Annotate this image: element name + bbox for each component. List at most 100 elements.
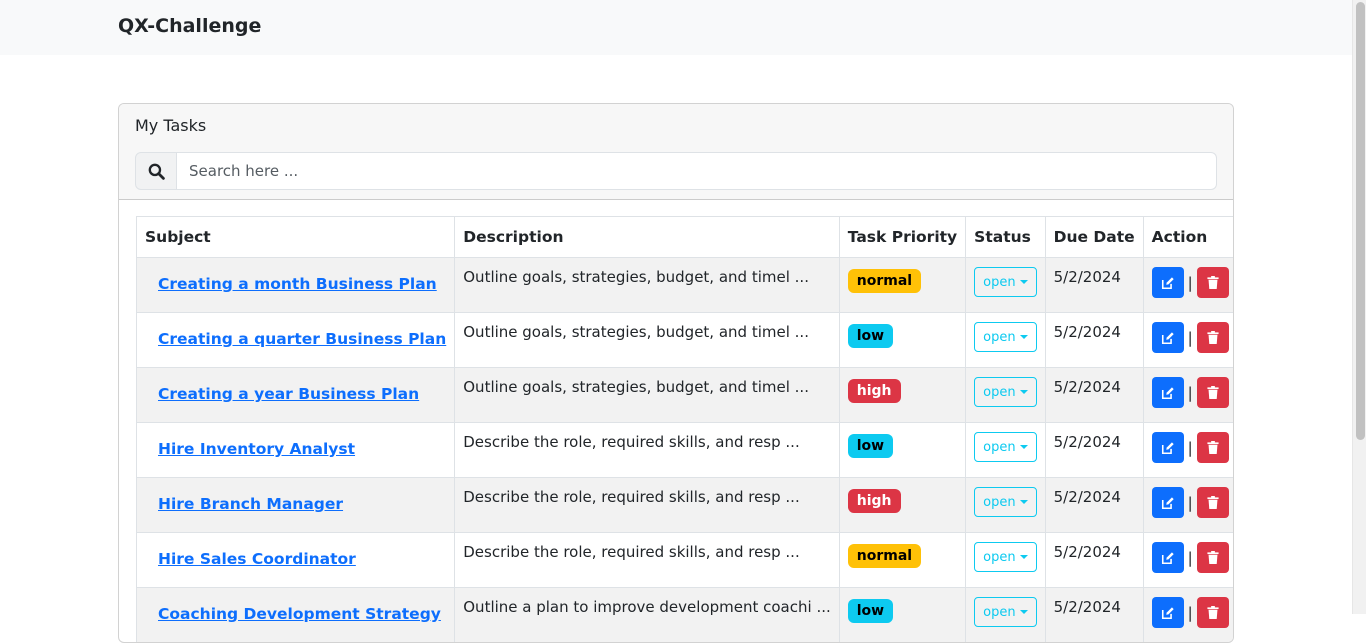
task-description: Outline a plan to improve development co… — [454, 587, 840, 642]
status-dropdown[interactable]: open — [974, 267, 1037, 297]
task-subject-link[interactable]: Hire Sales Coordinator — [158, 550, 356, 568]
card-title: My Tasks — [135, 116, 207, 135]
status-dropdown[interactable]: open — [974, 597, 1037, 627]
edit-button[interactable] — [1151, 487, 1184, 518]
action-cell: | — [1142, 312, 1233, 368]
status-cell: open — [965, 312, 1046, 368]
column-header-action: Action — [1142, 216, 1233, 258]
subject-cell: Creating a quarter Business Plan — [135, 312, 456, 368]
status-cell: open — [965, 257, 1046, 313]
trash-icon — [1207, 496, 1219, 509]
task-subject-link[interactable]: Creating a year Business Plan — [158, 385, 419, 403]
trash-icon — [1207, 441, 1219, 454]
table-row: Hire Sales Coordinator Describe the role… — [135, 532, 1233, 588]
task-subject-link[interactable]: Coaching Development Strategy — [158, 605, 441, 623]
search-icon — [135, 152, 177, 190]
status-cell: open — [965, 477, 1046, 533]
task-subject-link[interactable]: Creating a month Business Plan — [158, 275, 437, 293]
edit-button[interactable] — [1151, 267, 1184, 298]
task-description: Describe the role, required skills, and … — [454, 422, 840, 478]
delete-button[interactable] — [1196, 597, 1229, 628]
delete-button[interactable] — [1196, 432, 1229, 463]
task-description: Outline goals, strategies, budget, and t… — [454, 367, 840, 423]
action-separator: | — [1187, 603, 1193, 622]
priority-cell: normal — [838, 257, 967, 313]
priority-badge: high — [847, 489, 901, 513]
table-row: Hire Inventory Analyst Describe the role… — [135, 422, 1233, 478]
action-cell: | — [1142, 587, 1233, 642]
status-dropdown[interactable]: open — [974, 377, 1037, 407]
priority-cell: high — [838, 367, 967, 423]
task-due-date: 5/2/2024 — [1044, 367, 1144, 423]
delete-button[interactable] — [1196, 377, 1229, 408]
table-row: Creating a month Business Plan Outline g… — [135, 257, 1233, 313]
priority-cell: low — [838, 587, 967, 642]
subject-cell: Coaching Development Strategy — [135, 587, 456, 642]
priority-badge: normal — [847, 269, 922, 293]
status-dropdown[interactable]: open — [974, 487, 1037, 517]
status-cell: open — [965, 532, 1046, 588]
subject-cell: Hire Branch Manager — [135, 477, 456, 533]
status-dropdown[interactable]: open — [974, 432, 1037, 462]
edit-icon — [1161, 496, 1174, 509]
column-header-priority: Task Priority — [838, 216, 967, 258]
scrollbar-thumb[interactable] — [1356, 2, 1365, 440]
trash-icon — [1207, 386, 1219, 399]
search-input[interactable] — [177, 152, 1217, 190]
subject-cell: Hire Inventory Analyst — [135, 422, 456, 478]
delete-button[interactable] — [1196, 487, 1229, 518]
column-header-status: Status — [965, 216, 1046, 258]
edit-icon — [1161, 331, 1174, 344]
table-row: Hire Branch Manager Describe the role, r… — [135, 477, 1233, 533]
search-group — [135, 152, 1217, 190]
table-header-row: Subject Description Task Priority Status… — [135, 216, 1233, 258]
edit-button[interactable] — [1151, 377, 1184, 408]
edit-button[interactable] — [1151, 322, 1184, 353]
caret-down-icon — [1019, 500, 1028, 504]
column-header-due-date: Due Date — [1044, 216, 1144, 258]
task-description: Outline goals, strategies, budget, and t… — [454, 312, 840, 368]
delete-button[interactable] — [1196, 322, 1229, 353]
brand-title[interactable]: QX-Challenge — [118, 15, 261, 37]
caret-down-icon — [1019, 280, 1028, 284]
status-label: open — [983, 604, 1016, 620]
subject-cell: Creating a year Business Plan — [135, 367, 456, 423]
task-due-date: 5/2/2024 — [1044, 312, 1144, 368]
status-label: open — [983, 549, 1016, 565]
status-label: open — [983, 274, 1016, 290]
task-subject-link[interactable]: Hire Inventory Analyst — [158, 440, 355, 458]
priority-badge: high — [847, 379, 901, 403]
navbar: QX-Challenge — [0, 0, 1352, 55]
table-row: Coaching Development Strategy Outline a … — [135, 587, 1233, 642]
action-cell: | — [1142, 257, 1233, 313]
task-due-date: 5/2/2024 — [1044, 257, 1144, 313]
edit-button[interactable] — [1151, 432, 1184, 463]
trash-icon — [1207, 276, 1219, 289]
status-dropdown[interactable]: open — [974, 542, 1037, 572]
trash-icon — [1207, 606, 1219, 619]
action-separator: | — [1187, 328, 1193, 347]
priority-badge: low — [847, 599, 894, 623]
status-cell: open — [965, 587, 1046, 642]
task-subject-link[interactable]: Hire Branch Manager — [158, 495, 343, 513]
priority-cell: low — [838, 422, 967, 478]
priority-badge: low — [847, 434, 894, 458]
delete-button[interactable] — [1196, 267, 1229, 298]
tasks-card: My Tasks Subject Description Task Priori… — [118, 103, 1234, 643]
action-cell: | — [1142, 367, 1233, 423]
action-separator: | — [1187, 273, 1193, 292]
edit-button[interactable] — [1151, 597, 1184, 628]
action-cell: | — [1142, 422, 1233, 478]
priority-cell: low — [838, 312, 967, 368]
subject-cell: Hire Sales Coordinator — [135, 532, 456, 588]
delete-button[interactable] — [1196, 542, 1229, 573]
edit-button[interactable] — [1151, 542, 1184, 573]
card-header: My Tasks — [119, 104, 1233, 200]
status-label: open — [983, 494, 1016, 510]
scrollbar[interactable] — [1352, 0, 1366, 614]
edit-icon — [1161, 276, 1174, 289]
task-due-date: 5/2/2024 — [1044, 587, 1144, 642]
status-dropdown[interactable]: open — [974, 322, 1037, 352]
task-subject-link[interactable]: Creating a quarter Business Plan — [158, 330, 446, 348]
task-due-date: 5/2/2024 — [1044, 422, 1144, 478]
